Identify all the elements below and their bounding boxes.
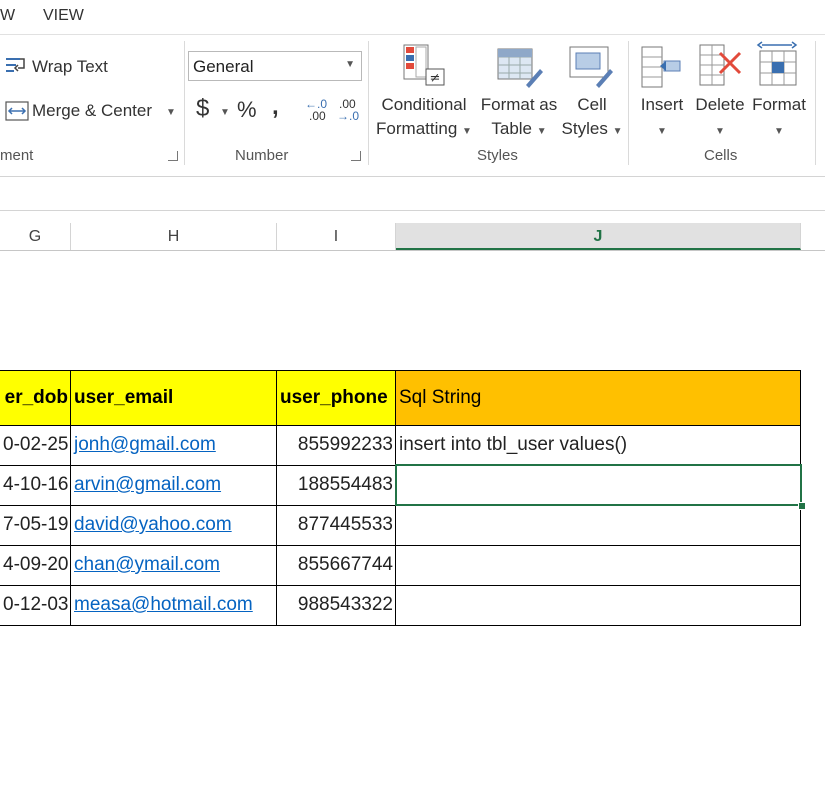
table-border bbox=[0, 425, 801, 426]
table-border bbox=[0, 370, 801, 371]
cell-phone[interactable]: 988543322 bbox=[277, 585, 396, 625]
column-header-i[interactable]: I bbox=[277, 223, 396, 250]
ribbon: Wrap Text Merge & Center ▼ ment General … bbox=[0, 34, 825, 169]
chevron-down-icon: ▼ bbox=[345, 59, 355, 70]
format-cells-icon bbox=[756, 41, 802, 89]
header-cell-dob[interactable]: er_dob bbox=[0, 370, 71, 425]
column-header-h[interactable]: H bbox=[71, 223, 277, 250]
ribbon-tab-strip: W VIEW bbox=[0, 0, 825, 34]
chevron-down-icon: ▼ bbox=[536, 126, 547, 137]
formula-bar[interactable] bbox=[0, 177, 825, 210]
currency-button[interactable]: $ bbox=[196, 95, 209, 123]
cell-phone[interactable]: 188554483 bbox=[277, 465, 396, 505]
column-header-g[interactable]: G bbox=[0, 223, 71, 250]
header-cell-sql[interactable]: Sql String bbox=[396, 370, 801, 425]
active-cell-selection bbox=[395, 464, 802, 506]
cell-phone[interactable]: 855667744 bbox=[277, 545, 396, 585]
header-cell-email[interactable]: user_email bbox=[71, 370, 277, 425]
tab-view[interactable]: VIEW bbox=[43, 7, 84, 25]
cell-dob[interactable]: 4-09-20 bbox=[0, 545, 71, 585]
group-separator bbox=[184, 41, 185, 165]
cell-phone[interactable]: 877445533 bbox=[277, 505, 396, 545]
header-cell-phone[interactable]: user_phone bbox=[277, 370, 396, 425]
group-separator bbox=[628, 41, 629, 165]
decrease-decimal-button[interactable]: .00 →.0 bbox=[337, 97, 363, 125]
cell-sql[interactable] bbox=[396, 505, 801, 545]
conditional-formatting-button[interactable]: Conditional Formatting ▼ bbox=[372, 93, 476, 144]
cell-styles-icon bbox=[568, 43, 616, 91]
cell-sql[interactable]: insert into tbl_user values() bbox=[396, 425, 801, 465]
increase-decimal-button[interactable]: ←.0 .00 bbox=[305, 97, 331, 125]
cell-styles-button[interactable]: Cell Styles ▼ bbox=[560, 93, 624, 144]
alignment-group-label: ment bbox=[0, 147, 34, 164]
format-as-table-icon bbox=[496, 45, 544, 91]
cell-email-link[interactable]: arvin@gmail.com bbox=[71, 465, 277, 505]
delete-button[interactable]: Delete ▼ bbox=[690, 93, 750, 144]
wrap-text-button[interactable]: Wrap Text bbox=[32, 57, 108, 77]
insert-button[interactable]: Insert ▼ bbox=[634, 93, 690, 144]
cell-email-link[interactable]: chan@ymail.com bbox=[71, 545, 277, 585]
insert-cells-icon bbox=[640, 45, 684, 89]
number-format-dropdown[interactable]: General ▼ bbox=[188, 51, 362, 81]
table-border bbox=[70, 370, 71, 625]
column-headers: G H I J bbox=[0, 223, 825, 251]
cell-email-link[interactable]: measa@hotmail.com bbox=[71, 585, 277, 625]
cell-dob[interactable]: 4-10-16 bbox=[0, 465, 71, 505]
tab-review[interactable]: W bbox=[0, 7, 15, 25]
cells-group-label: Cells bbox=[704, 147, 738, 164]
chevron-down-icon: ▼ bbox=[657, 126, 667, 137]
chevron-down-icon: ▼ bbox=[715, 126, 725, 137]
data-table: er_dob user_email user_phone Sql String … bbox=[0, 370, 825, 630]
column-header-j[interactable]: J bbox=[396, 223, 801, 250]
cell-email-link[interactable]: david@yahoo.com bbox=[71, 505, 277, 545]
chevron-down-icon: ▼ bbox=[612, 126, 623, 137]
chevron-down-icon: ▼ bbox=[462, 126, 472, 137]
cell-phone[interactable]: 855992233 bbox=[277, 425, 396, 465]
table-border bbox=[0, 545, 801, 546]
fill-handle[interactable] bbox=[798, 502, 806, 510]
format-as-table-button[interactable]: Format as Table ▼ bbox=[476, 93, 562, 144]
percent-button[interactable]: % bbox=[237, 97, 257, 123]
cell-sql[interactable] bbox=[396, 585, 801, 625]
group-separator bbox=[815, 41, 816, 165]
number-dialog-launcher-icon[interactable] bbox=[351, 151, 361, 161]
merge-center-icon bbox=[5, 100, 29, 122]
cell-sql[interactable] bbox=[396, 545, 801, 585]
number-group-label: Number bbox=[235, 147, 289, 164]
table-border bbox=[0, 585, 801, 586]
currency-dropdown-icon[interactable]: ▼ bbox=[220, 107, 230, 118]
table-border bbox=[276, 370, 277, 625]
format-button[interactable]: Format ▼ bbox=[748, 93, 810, 144]
conditional-formatting-icon: ≠ bbox=[402, 43, 448, 89]
merge-center-dropdown-icon[interactable]: ▼ bbox=[166, 107, 176, 118]
svg-text:≠: ≠ bbox=[430, 71, 441, 86]
wrap-text-icon bbox=[5, 55, 27, 77]
styles-group-label: Styles bbox=[477, 147, 518, 164]
alignment-dialog-launcher-icon[interactable] bbox=[168, 151, 178, 161]
formula-bar-border bbox=[0, 210, 825, 211]
cell-dob[interactable]: 7-05-19 bbox=[0, 505, 71, 545]
group-separator bbox=[368, 41, 369, 165]
table-border bbox=[0, 625, 801, 626]
comma-style-button[interactable]: , bbox=[272, 93, 279, 121]
number-format-value: General bbox=[193, 57, 254, 76]
delete-cells-icon bbox=[698, 43, 744, 89]
merge-center-button[interactable]: Merge & Center bbox=[32, 101, 152, 121]
cell-dob[interactable]: 0-12-03 bbox=[0, 585, 71, 625]
chevron-down-icon: ▼ bbox=[774, 126, 784, 137]
cell-email-link[interactable]: jonh@gmail.com bbox=[71, 425, 277, 465]
cell-dob[interactable]: 0-02-25 bbox=[0, 425, 71, 465]
